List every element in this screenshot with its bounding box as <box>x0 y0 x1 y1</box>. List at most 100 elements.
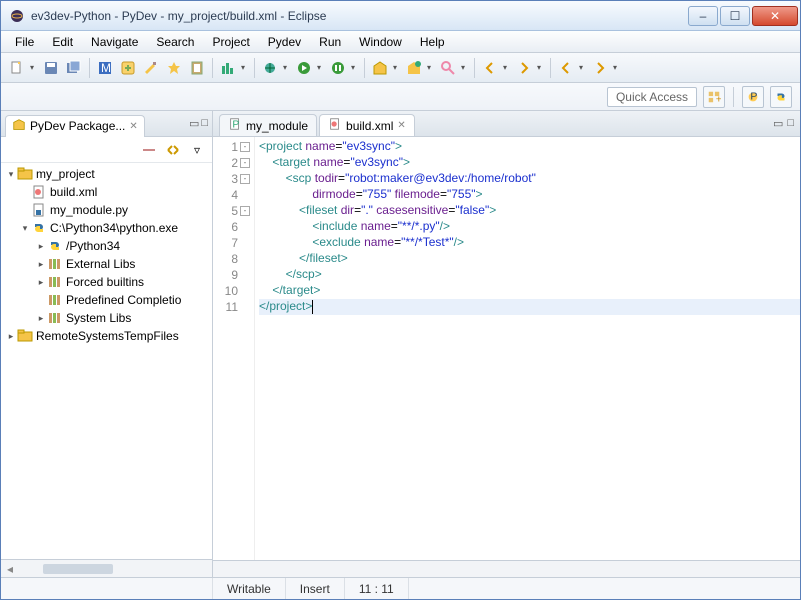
fold-icon[interactable]: - <box>240 206 250 216</box>
editor-tab-build-xml[interactable]: build.xml ✕ <box>319 114 415 136</box>
editor-area: P my_module build.xml ✕ ▭ □ 1-2-3-45-678… <box>213 111 800 577</box>
minimize-editor-icon[interactable]: ▭ <box>773 117 783 130</box>
project-icon <box>17 166 33 182</box>
open-perspective-button[interactable]: + <box>703 86 725 108</box>
menu-edit[interactable]: Edit <box>44 33 81 51</box>
new-icon[interactable] <box>7 58 27 78</box>
status-insert: Insert <box>286 578 345 599</box>
tree-label: C:\Python34\python.exe <box>50 221 178 235</box>
library-icon <box>47 310 63 326</box>
link-editor-icon[interactable] <box>164 141 182 159</box>
collapse-all-icon[interactable] <box>140 141 158 159</box>
tree-remote-systems[interactable]: ▸ RemoteSystemsTempFiles <box>3 327 210 345</box>
tree-label: build.xml <box>50 185 97 199</box>
view-menu-icon[interactable]: ▿ <box>188 141 206 159</box>
run-icon[interactable] <box>294 58 314 78</box>
sidebar-tabstrip: PyDev Package... ✕ ▭ □ <box>1 111 212 137</box>
menu-search[interactable]: Search <box>148 33 202 51</box>
minimize-view-icon[interactable]: ▭ <box>189 117 199 130</box>
expand-icon[interactable]: ▸ <box>35 277 47 288</box>
fold-icon[interactable]: - <box>240 174 250 184</box>
new-module-icon[interactable]: M <box>95 58 115 78</box>
maximize-button[interactable]: ☐ <box>720 6 750 26</box>
tree-my-module[interactable]: my_module.py <box>3 201 210 219</box>
expand-icon[interactable]: ▾ <box>5 169 17 180</box>
menu-project[interactable]: Project <box>204 33 257 51</box>
project-tree[interactable]: ▾ my_project build.xml my_module.py ▾ <box>1 163 212 559</box>
sidebar-tab-pydev-package[interactable]: PyDev Package... ✕ <box>5 115 145 137</box>
eclipse-icon <box>9 8 25 24</box>
sidebar-hscroll[interactable]: ◂ <box>1 559 212 577</box>
tree-python34[interactable]: ▸ /Python34 <box>3 237 210 255</box>
tree-label: Forced builtins <box>66 275 144 289</box>
save-icon[interactable] <box>41 58 61 78</box>
library-icon <box>47 274 63 290</box>
workbench-content: PyDev Package... ✕ ▭ □ ▿ ▾ my_project <box>1 111 800 577</box>
library-icon <box>47 256 63 272</box>
fold-icon[interactable]: - <box>240 142 250 152</box>
search-icon[interactable] <box>438 58 458 78</box>
forward-icon[interactable] <box>590 58 610 78</box>
tree-label: Predefined Completio <box>66 293 181 307</box>
coverage-icon[interactable] <box>218 58 238 78</box>
expand-icon[interactable]: ▸ <box>35 313 47 324</box>
tree-external-libs[interactable]: ▸ External Libs <box>3 255 210 273</box>
tree-forced-builtins[interactable]: ▸ Forced builtins <box>3 273 210 291</box>
close-icon[interactable]: ✕ <box>129 121 137 132</box>
link-icon[interactable] <box>118 58 138 78</box>
tree-interpreter[interactable]: ▾ C:\Python34\python.exe <box>3 219 210 237</box>
editor-hscroll[interactable] <box>213 560 800 577</box>
menu-navigate[interactable]: Navigate <box>83 33 146 51</box>
wizard-icon[interactable] <box>164 58 184 78</box>
expand-icon[interactable]: ▸ <box>5 331 17 342</box>
tab-label: build.xml <box>346 119 393 133</box>
tree-build-xml[interactable]: build.xml <box>3 183 210 201</box>
menu-help[interactable]: Help <box>412 33 453 51</box>
tree-system-libs[interactable]: ▸ System Libs <box>3 309 210 327</box>
separator <box>550 58 551 78</box>
new-package-icon[interactable] <box>404 58 424 78</box>
package-icon <box>12 118 26 135</box>
tree-project[interactable]: ▾ my_project <box>3 165 210 183</box>
maximize-editor-icon[interactable]: □ <box>787 117 794 130</box>
save-all-icon[interactable] <box>64 58 84 78</box>
run-last-icon[interactable] <box>328 58 348 78</box>
sidebar-toolbar: ▿ <box>1 137 212 163</box>
nav-fwd-annotation-icon[interactable] <box>514 58 534 78</box>
menu-pydev[interactable]: Pydev <box>260 33 309 51</box>
minimize-button[interactable]: – <box>688 6 718 26</box>
eclipse-window: ev3dev-Python - PyDev - my_project/build… <box>0 0 801 600</box>
fold-icon[interactable]: - <box>240 158 250 168</box>
status-writable: Writable <box>213 578 286 599</box>
expand-icon[interactable]: ▾ <box>19 223 31 234</box>
expand-icon[interactable]: ▸ <box>35 259 47 270</box>
ant-file-icon <box>31 184 47 200</box>
build-icon[interactable] <box>141 58 161 78</box>
close-icon[interactable]: ✕ <box>397 120 405 131</box>
menu-window[interactable]: Window <box>351 33 410 51</box>
statusbar: Writable Insert 11 : 11 <box>1 577 800 599</box>
debug-icon[interactable] <box>260 58 280 78</box>
menu-run[interactable]: Run <box>311 33 349 51</box>
editor-tab-my-module[interactable]: P my_module <box>219 114 317 136</box>
maximize-view-icon[interactable]: □ <box>201 117 208 130</box>
paste-icon[interactable] <box>187 58 207 78</box>
back-icon[interactable] <box>556 58 576 78</box>
line-gutter: 1-2-3-45-67891011 <box>213 137 255 560</box>
folder-icon <box>17 328 33 344</box>
python-file-icon: P <box>228 117 242 134</box>
python-perspective-button[interactable] <box>770 86 792 108</box>
pydev-perspective-button[interactable]: P <box>742 86 764 108</box>
expand-icon[interactable]: ▸ <box>35 241 47 252</box>
open-type-icon[interactable] <box>370 58 390 78</box>
editor-body[interactable]: 1-2-3-45-67891011 <project name="ev3sync… <box>213 137 800 560</box>
code-area[interactable]: <project name="ev3sync"> <target name="e… <box>255 137 800 560</box>
close-button[interactable]: ✕ <box>752 6 798 26</box>
menu-file[interactable]: File <box>7 33 42 51</box>
menubar: File Edit Navigate Search Project Pydev … <box>1 31 800 53</box>
separator <box>212 58 213 78</box>
nav-back-annotation-icon[interactable] <box>480 58 500 78</box>
quick-access-input[interactable]: Quick Access <box>607 87 697 107</box>
tree-predefined[interactable]: Predefined Completio <box>3 291 210 309</box>
main-toolbar: ▾ M ▾ ▾ ▾ ▾ ▾ ▾ ▾ ▾ ▾ ▾ ▾ <box>1 53 800 83</box>
